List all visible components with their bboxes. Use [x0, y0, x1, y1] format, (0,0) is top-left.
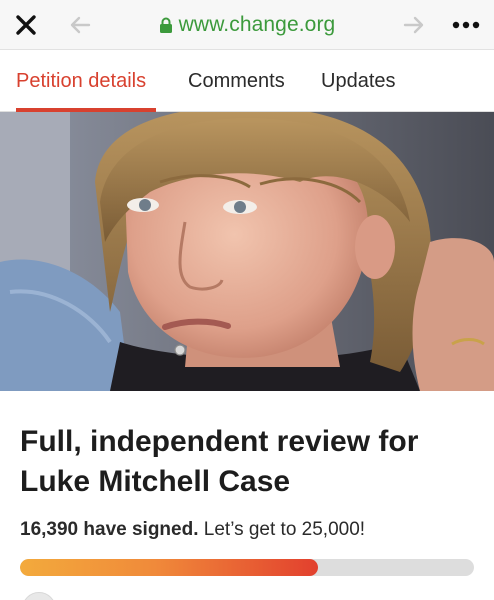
avatar: [22, 592, 56, 600]
url-text: www.change.org: [178, 13, 336, 36]
signature-progress-fill: [20, 559, 318, 576]
tab-comments[interactable]: Comments: [188, 50, 285, 112]
petition-tabs: Petition details Comments Updates: [0, 50, 494, 112]
petition-title: Full, independent review for Luke Mitche…: [20, 425, 419, 498]
back-button[interactable]: [62, 0, 98, 50]
tab-petition-details[interactable]: Petition details: [16, 50, 146, 112]
portrait-image: [0, 112, 494, 391]
petition-photo: [0, 112, 494, 391]
signature-progress-bar: [20, 559, 474, 576]
forward-button[interactable]: [396, 0, 432, 50]
address-bar[interactable]: www.change.org: [140, 0, 354, 50]
tab-updates[interactable]: Updates: [321, 50, 396, 112]
signature-count-line: 16,390 have signed. Let’s get to 25,000!: [20, 519, 365, 541]
close-icon: [16, 15, 36, 35]
more-options-button[interactable]: [446, 0, 486, 50]
signed-count: 16,390 have signed.: [20, 519, 199, 540]
lock-icon: [159, 17, 172, 33]
forward-arrow-icon: [403, 16, 424, 34]
back-arrow-icon: [70, 16, 91, 34]
more-dots-icon: [452, 21, 480, 29]
close-button[interactable]: [8, 0, 44, 50]
signature-goal: Let’s get to 25,000!: [198, 519, 366, 540]
browser-toolbar: www.change.org: [0, 0, 494, 50]
